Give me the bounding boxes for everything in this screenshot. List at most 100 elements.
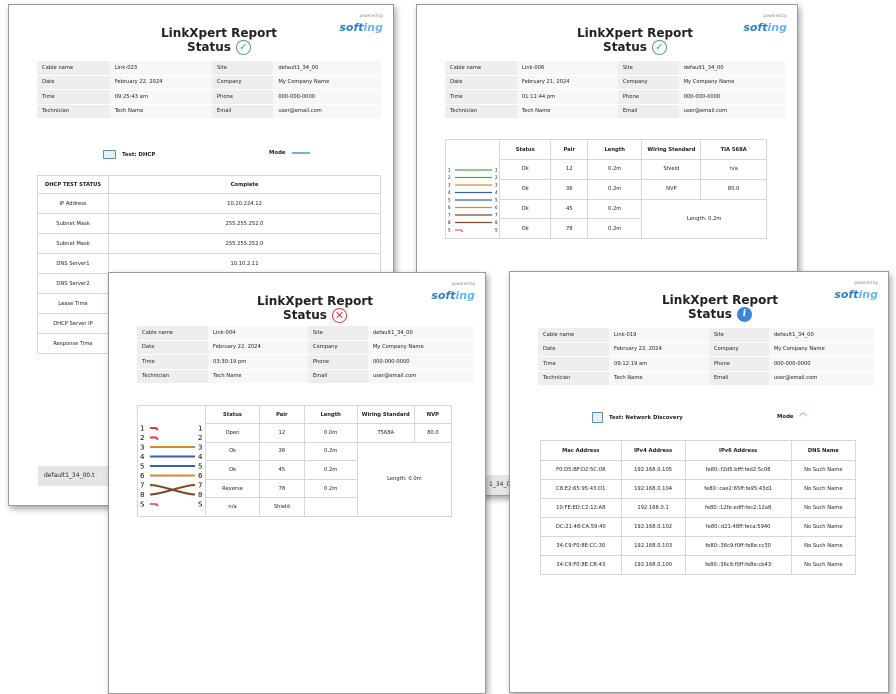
info-value: 000-000-0000 [367,354,473,370]
cable-info-table: Cable name Link-004 Site default1_34_00 Date… [137,326,473,384]
softing-logo: powered by softing [431,281,475,302]
info-value: user@email.com [678,104,785,119]
test-type-label: Test: DHCP [103,150,155,159]
info-value: Tech Name [208,369,308,384]
info-icon: i [736,307,752,322]
info-value: default1_34_00 [768,328,874,343]
pin-number-right: 1 [198,424,202,432]
dhcp-field-label: Lease Time [37,293,109,314]
info-label: Date [538,342,610,357]
device-cell: 192.168.0.100 [620,555,686,575]
shield-open-icon [150,503,159,507]
dhcp-field-value: 10.10.2.11 [108,253,381,274]
network-card-icon [103,150,116,159]
fail-x-icon: ✕ [331,308,347,323]
report-title: LinkXpert Report Status ✕ [257,294,373,323]
network-discovery-table: Mac Address IPv4 Address IPv6 Address DN… [540,440,857,575]
pin-number-left: 2 [448,175,451,180]
pin-number-left: 8 [140,491,144,499]
network-discovery-icon [592,412,603,423]
info-row: Date February 21, 2024 Company My Company N… [445,75,785,90]
info-label: Date [445,75,517,90]
pin-number-right: 6 [495,205,498,210]
open-wire-icon [150,436,159,441]
pin-number-left: 1 [448,167,451,172]
pass-check-icon: ✓ [235,40,251,55]
cable-mode-icon [291,152,310,154]
info-value: Tech Name [609,371,709,386]
pin-number-left: 2 [140,434,144,442]
device-cell: 192.168.0.103 [620,536,686,556]
pin-number-left: 7 [448,212,451,217]
info-row: Time 01:11:44 pm Phone 000-000-0000 [445,89,785,105]
info-row: Time 03:30:19 pm Phone 000-000-0000 [137,354,473,370]
dhcp-field-label: DNS Server2 [37,273,109,294]
device-cell: fe80::f2d5:bfff:fed2:5c08 [684,460,792,480]
info-label: Email [307,369,368,384]
pin-number-left: 6 [448,205,451,210]
wiremap-diagram: 1 1 2 2 3 3 4 4 5 5 6 6 7 7 8 8 S S [448,167,498,233]
cable-info-table: Cable name Link-023 Site default1_34_00 Date… [37,61,381,119]
info-row: Date February 22, 2024 Company My Company N… [37,75,381,90]
info-value: My Company Name [678,75,785,90]
report-page-network-discovery: powered by softing LinkXpert Report Stat… [509,271,889,693]
device-cell: No Such Name [790,536,857,556]
table-row: 34:C9:F0:8E:CB:43 192.168.0.100 fe80::36c9… [540,555,857,575]
dhcp-field-value: 255.255.252.0 [108,213,381,234]
device-cell: C8:E2:65:95:43:D1 [540,479,622,499]
info-value: Link-019 [609,328,709,343]
table-row: C8:E2:65:95:43:D1 192.168.0.104 fe80::cae2… [540,479,857,499]
pin-number-right: 2 [495,175,498,180]
info-value: My Company Name [273,75,381,90]
info-row: Cable name Link-023 Site default1_34_00 [37,61,381,76]
info-label: Company [617,75,679,90]
info-label: Site [617,61,679,76]
pin-number-left: 6 [140,472,145,480]
pin-number-right: 5 [495,197,498,202]
table-row: DC:21:48:CA:59:40 192.168.0.102 fe80::d21:… [540,517,857,537]
report-title: LinkXpert Report Status ✓ [577,26,693,55]
cable-info-table: Cable name Link-019 Site default1_34_00 Date… [538,328,874,386]
test-type-label: Test: Network Discovery [592,412,683,423]
info-value: My Company Name [367,340,473,355]
pin-number-left: 7 [140,481,144,489]
mode-label: Mode ◠ [777,412,807,422]
table-row: DNS Server1 10.10.2.11 [37,253,381,274]
info-label: Phone [211,89,274,105]
device-cell: fe80::36c9:f0ff:fe8e:cb43 [684,555,792,575]
device-cell: No Such Name [790,517,857,537]
dhcp-field-label: IP Address [37,193,109,214]
pin-number-right: 7 [495,212,498,217]
info-label: Date [137,340,209,355]
info-value: Link-004 [208,326,308,341]
info-label: Technician [137,369,209,384]
info-row: Technician Tech Name Email user@email.com [137,369,473,384]
shield-open-icon [455,229,464,233]
info-value: default1_34_00 [273,61,381,76]
pin-number-right: 4 [198,453,203,461]
wiremap-panel: 1122334455667788SS [137,405,205,517]
open-wire-icon [150,427,159,431]
dhcp-field-label: Response Time [37,333,109,354]
pin-number-right: 4 [495,190,498,195]
pin-number-right: S [495,227,498,232]
device-cell: No Such Name [790,498,857,518]
info-value: Tech Name [109,104,212,119]
table-row: Subnet Mask 255.255.252.0 [37,233,381,254]
pin-number-left: 4 [448,190,451,195]
info-value: 01:11:44 pm [516,89,618,105]
info-row: Date February 22, 2024 Company My Company N… [538,342,874,357]
info-row: Date February 22, 2024 Company My Company N… [137,340,473,355]
pin-number-right: 8 [495,220,498,225]
info-label: Email [708,371,769,386]
mode-label: Mode [269,150,310,156]
pin-number-right: 7 [198,481,202,489]
info-label: Company [211,75,274,90]
cable-info-table: Cable name Link-006 Site default1_34_00 Date… [445,61,785,119]
info-label: Technician [37,104,110,119]
dhcp-field-label: DNS Server1 [37,253,109,274]
info-label: Site [307,326,368,341]
wifi-icon: ◠ [799,412,807,422]
info-value: default1_34_00 [367,326,473,341]
device-cell: 192.168.0.102 [620,517,686,537]
